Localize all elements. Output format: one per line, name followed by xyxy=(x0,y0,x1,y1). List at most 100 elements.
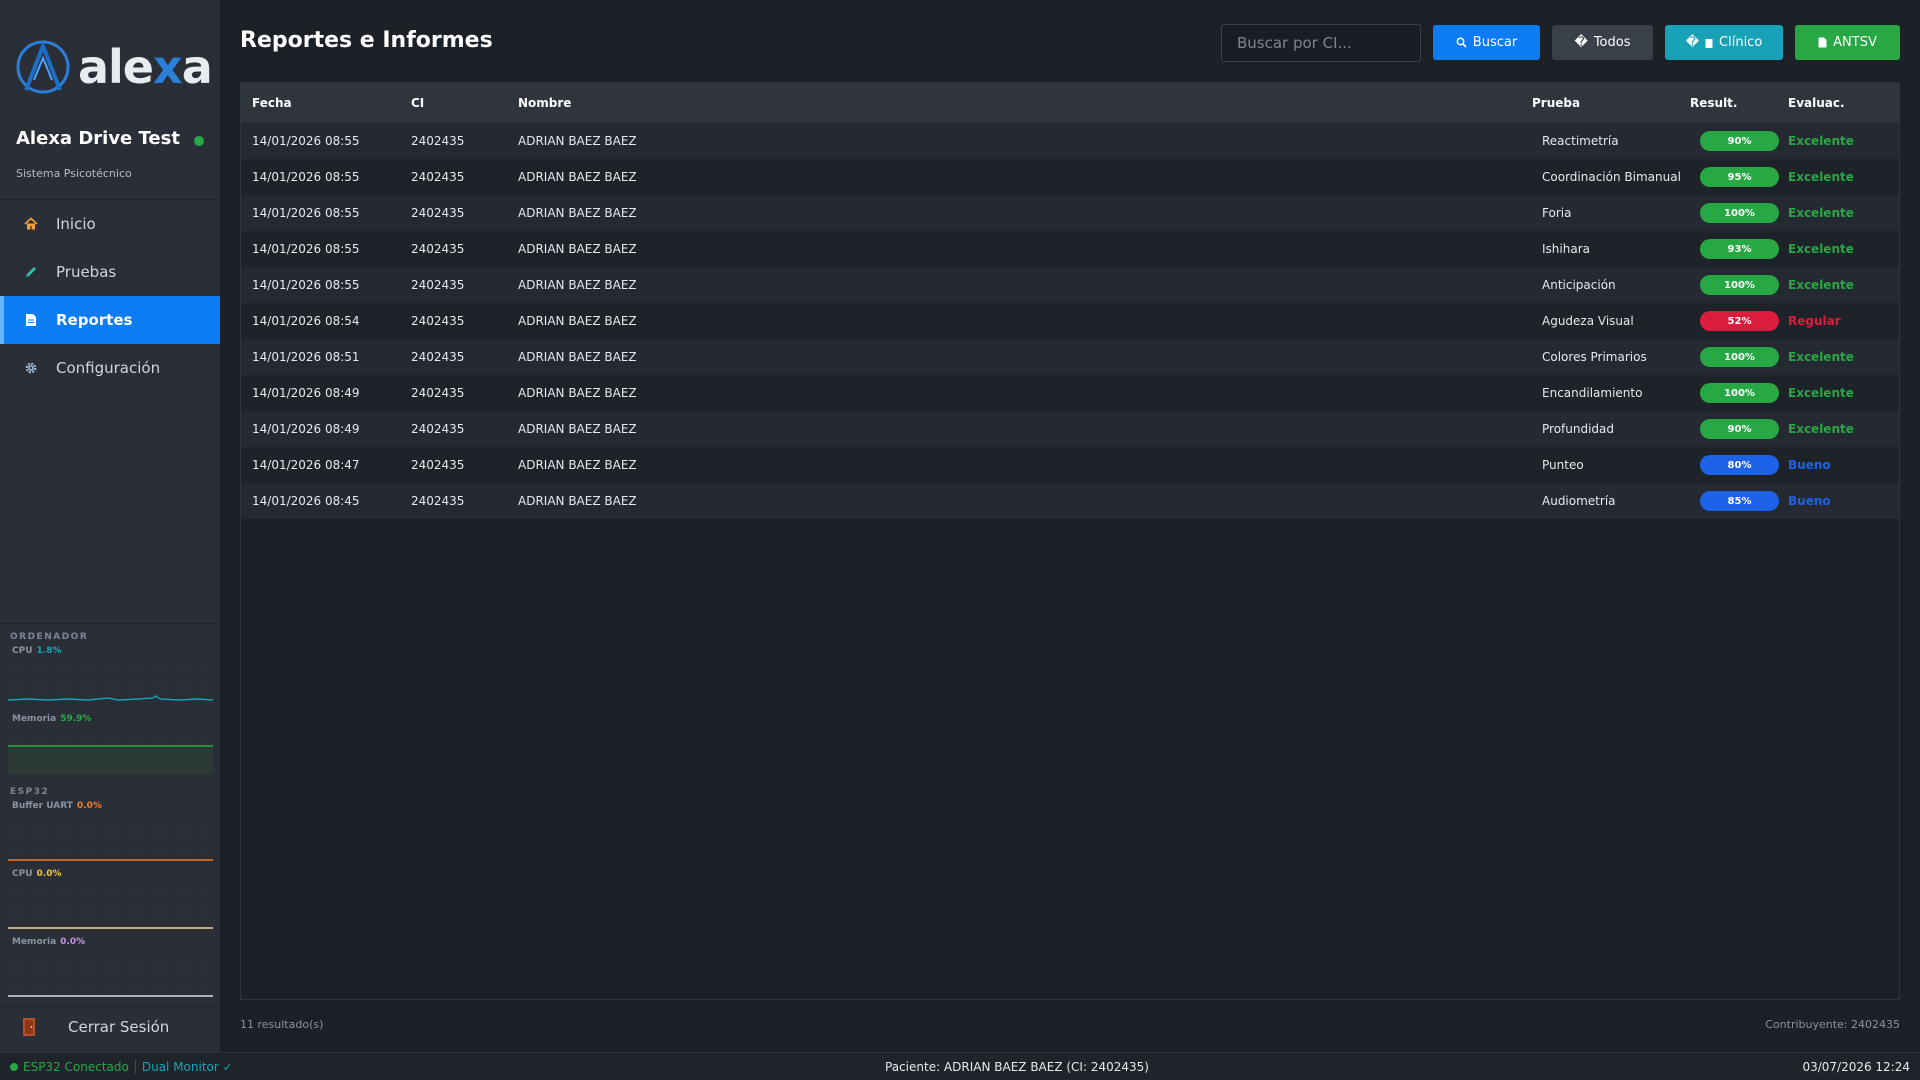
evaluation-label: Excelente xyxy=(1788,386,1854,400)
cell-prueba: Agudeza Visual xyxy=(1542,314,1634,328)
cell-nombre: ADRIAN BAEZ BAEZ xyxy=(518,386,637,400)
cell-nombre: ADRIAN BAEZ BAEZ xyxy=(518,206,637,220)
search-button[interactable]: Buscar xyxy=(1433,25,1540,60)
table-header: Fecha CI Nombre Prueba Result. Evaluac. xyxy=(241,83,1899,123)
column-header-nombre[interactable]: Nombre xyxy=(518,96,571,110)
evaluation-label: Bueno xyxy=(1788,494,1831,508)
table-row[interactable]: 14/01/2026 08:55 2402435 ADRIAN BAEZ BAEZ C… xyxy=(241,159,1899,195)
cell-ci: 2402435 xyxy=(411,170,465,184)
result-badge: 52% xyxy=(1700,311,1779,331)
evaluation-label: Excelente xyxy=(1788,170,1854,184)
cell-ci: 2402435 xyxy=(411,278,465,292)
column-header-evaluac[interactable]: Evaluac. xyxy=(1788,96,1845,110)
table-row[interactable]: 14/01/2026 08:55 2402435 ADRIAN BAEZ BAEZ R… xyxy=(241,123,1899,159)
cell-nombre: ADRIAN BAEZ BAEZ xyxy=(518,170,637,184)
cell-nombre: ADRIAN BAEZ BAEZ xyxy=(518,350,637,364)
cell-prueba: Profundidad xyxy=(1542,422,1615,436)
table-row[interactable]: 14/01/2026 08:54 2402435 ADRIAN BAEZ BAEZ A… xyxy=(241,303,1899,339)
sidebar-item-configuracion[interactable]: Configuración xyxy=(0,344,220,392)
cell-ci: 2402435 xyxy=(411,422,465,436)
document-icon xyxy=(1818,37,1827,48)
status-bar: ESP32 Conectado Dual Monitor ✓ Paciente:… xyxy=(0,1052,1920,1080)
result-badge: 95% xyxy=(1700,167,1779,187)
memory-value: 59.9% xyxy=(60,714,92,724)
taxpayer-id: Contribuyente: 2402435 xyxy=(1765,1018,1900,1031)
evaluation-label: Excelente xyxy=(1788,242,1854,256)
system-monitor: ORDENADOR CPU 1.8% Memoria 59.9% ESP32 Buf… xyxy=(0,623,220,1005)
table-row[interactable]: 14/01/2026 08:49 2402435 ADRIAN BAEZ BAEZ P… xyxy=(241,411,1899,447)
column-header-result[interactable]: Result. xyxy=(1690,96,1737,110)
evaluation-label: Excelente xyxy=(1788,350,1854,364)
status-datetime: 03/07/2026 12:24 xyxy=(1802,1060,1910,1074)
column-header-ci[interactable]: CI xyxy=(411,96,424,110)
sidebar-item-label: Inicio xyxy=(56,215,96,233)
table-row[interactable]: 14/01/2026 08:55 2402435 ADRIAN BAEZ BAEZ A… xyxy=(241,267,1899,303)
table-row[interactable]: 14/01/2026 08:45 2402435 ADRIAN BAEZ BAEZ A… xyxy=(241,483,1899,519)
evaluation-label: Bueno xyxy=(1788,458,1831,472)
current-patient: Paciente: ADRIAN BAEZ BAEZ (CI: 2402435) xyxy=(885,1060,1149,1074)
filter-clinical-button[interactable]: � Clínico xyxy=(1665,25,1783,60)
cell-ci: 2402435 xyxy=(411,134,465,148)
esp32-memory-value: 0.0% xyxy=(60,937,86,947)
cell-fecha: 14/01/2026 08:47 xyxy=(252,458,360,472)
search-input[interactable] xyxy=(1221,24,1421,62)
esp32-cpu-label: CPU 0.0% xyxy=(12,869,62,879)
result-badge: 90% xyxy=(1700,419,1779,439)
table-row[interactable]: 14/01/2026 08:49 2402435 ADRIAN BAEZ BAEZ E… xyxy=(241,375,1899,411)
uart-buffer-label: Buffer UART 0.0% xyxy=(12,801,102,811)
evaluation-label: Excelente xyxy=(1788,422,1854,436)
logout-button[interactable]: Cerrar Sesión xyxy=(0,1006,220,1046)
evaluation-label: Excelente xyxy=(1788,278,1854,292)
missing-glyph-icon: � xyxy=(1574,35,1588,50)
search-button-label: Buscar xyxy=(1472,35,1518,50)
cell-fecha: 14/01/2026 08:45 xyxy=(252,494,360,508)
column-header-prueba[interactable]: Prueba xyxy=(1532,96,1580,110)
table-row[interactable]: 14/01/2026 08:55 2402435 ADRIAN BAEZ BAEZ F… xyxy=(241,195,1899,231)
cell-fecha: 14/01/2026 08:49 xyxy=(252,422,360,436)
memory-graph xyxy=(8,738,213,774)
filter-all-label: Todos xyxy=(1593,35,1631,50)
cell-fecha: 14/01/2026 08:55 xyxy=(252,134,360,148)
sidebar-item-inicio[interactable]: Inicio xyxy=(0,200,220,248)
connection-status-dot xyxy=(194,136,204,146)
filter-antsv-label: ANTSV xyxy=(1833,35,1877,50)
result-badge: 80% xyxy=(1700,455,1779,475)
sidebar-item-reportes[interactable]: Reportes xyxy=(0,296,220,344)
pencil-icon xyxy=(22,263,40,281)
cell-nombre: ADRIAN BAEZ BAEZ xyxy=(518,278,637,292)
cpu-graph xyxy=(8,670,213,701)
ordenador-section-title: ORDENADOR xyxy=(10,632,89,642)
clipboard-icon xyxy=(1705,38,1713,48)
search-icon xyxy=(1456,37,1467,48)
cell-prueba: Encandilamiento xyxy=(1542,386,1643,400)
esp32-memory-label: Memoria 0.0% xyxy=(12,937,86,947)
cell-ci: 2402435 xyxy=(411,494,465,508)
result-badge: 100% xyxy=(1700,383,1779,403)
cell-fecha: 14/01/2026 08:49 xyxy=(252,386,360,400)
alexa-logo-text: alexa xyxy=(78,40,213,94)
cell-ci: 2402435 xyxy=(411,458,465,472)
filter-all-button[interactable]: � Todos xyxy=(1552,25,1653,60)
cell-prueba: Coordinación Bimanual xyxy=(1542,170,1681,184)
cell-nombre: ADRIAN BAEZ BAEZ xyxy=(518,314,637,328)
filter-antsv-button[interactable]: ANTSV xyxy=(1795,25,1900,60)
cell-prueba: Punteo xyxy=(1542,458,1584,472)
sidebar-item-pruebas[interactable]: Pruebas xyxy=(0,248,220,296)
cell-nombre: ADRIAN BAEZ BAEZ xyxy=(518,134,637,148)
sidebar-item-label: Reportes xyxy=(56,311,133,329)
table-row[interactable]: 14/01/2026 08:47 2402435 ADRIAN BAEZ BAEZ P… xyxy=(241,447,1899,483)
esp32-memory-graph xyxy=(8,961,213,997)
door-icon xyxy=(23,1017,35,1036)
alexa-logo-icon xyxy=(16,40,70,94)
sidebar: alexa Alexa Drive Test Sistema Psicotécn… xyxy=(0,0,220,1052)
uart-buffer-graph xyxy=(8,825,213,861)
sidebar-item-label: Pruebas xyxy=(56,263,117,281)
gear-icon xyxy=(22,359,40,377)
table-row[interactable]: 14/01/2026 08:51 2402435 ADRIAN BAEZ BAEZ C… xyxy=(241,339,1899,375)
result-badge: 100% xyxy=(1700,203,1779,223)
cell-fecha: 14/01/2026 08:55 xyxy=(252,278,360,292)
table-row[interactable]: 14/01/2026 08:55 2402435 ADRIAN BAEZ BAEZ I… xyxy=(241,231,1899,267)
column-header-fecha[interactable]: Fecha xyxy=(252,96,292,110)
sidebar-item-label: Configuración xyxy=(56,359,161,377)
reports-table: Fecha CI Nombre Prueba Result. Evaluac. … xyxy=(240,82,1900,1000)
